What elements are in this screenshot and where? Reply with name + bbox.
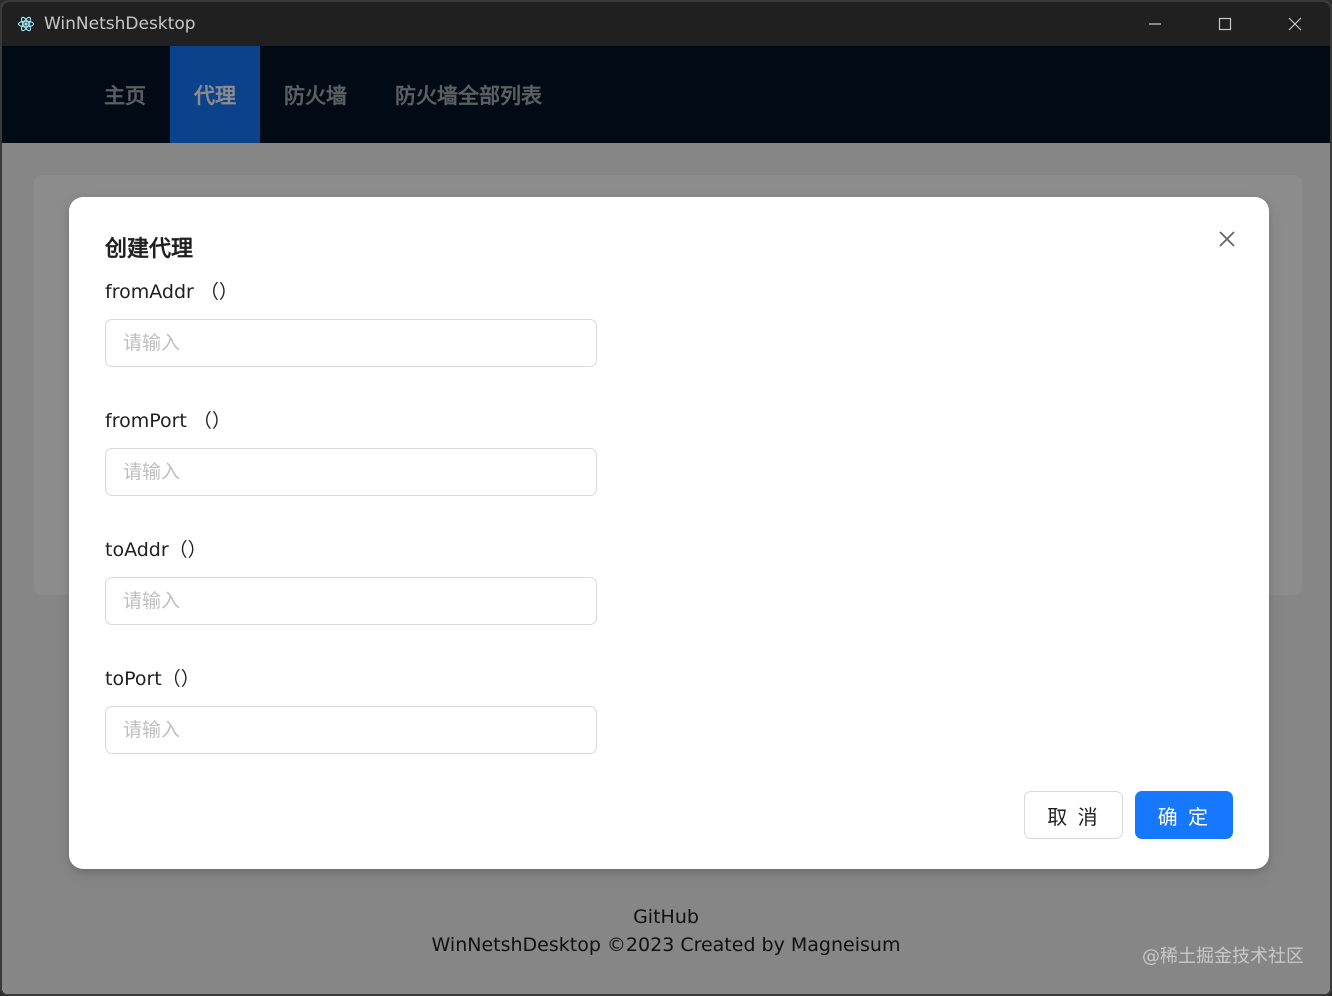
from-port-label: fromPort （） bbox=[105, 410, 231, 432]
minimize-icon bbox=[1149, 23, 1161, 25]
create-proxy-dialog: 创建代理 fromAddr （） fromPort （） toAddr（） to… bbox=[69, 197, 1269, 869]
form-item-from-port: fromPort （） bbox=[105, 406, 597, 496]
dialog-title: 创建代理 bbox=[105, 237, 194, 262]
maximize-button[interactable] bbox=[1190, 2, 1260, 46]
close-icon bbox=[1288, 17, 1302, 31]
ok-button[interactable]: 确 定 bbox=[1134, 791, 1233, 839]
window-title: WinNetshDesktop bbox=[44, 14, 196, 34]
from-addr-input[interactable] bbox=[105, 319, 597, 367]
app-window: WinNetshDesktop 主页 代理 防火墙 防火墙全部列表 GitHub… bbox=[0, 0, 1332, 996]
minimize-button[interactable] bbox=[1120, 2, 1190, 46]
to-addr-label: toAddr（） bbox=[105, 539, 207, 561]
form-item-to-port: toPort（） bbox=[105, 664, 597, 754]
form-item-to-addr: toAddr（） bbox=[105, 535, 597, 625]
cancel-button[interactable]: 取 消 bbox=[1024, 791, 1123, 839]
dialog-close-button[interactable] bbox=[1213, 225, 1241, 253]
dialog-footer: 取 消 确 定 bbox=[1024, 791, 1233, 839]
to-port-label: toPort（） bbox=[105, 668, 200, 690]
window-close-button[interactable] bbox=[1260, 2, 1330, 46]
watermark-text: @稀土掘金技术社区 bbox=[1142, 946, 1304, 967]
to-port-input[interactable] bbox=[105, 706, 597, 754]
electron-icon bbox=[16, 14, 36, 34]
form-item-from-addr: fromAddr （） bbox=[105, 277, 597, 367]
from-addr-label: fromAddr （） bbox=[105, 281, 238, 303]
window-controls bbox=[1120, 2, 1330, 46]
maximize-icon bbox=[1218, 17, 1232, 31]
to-addr-input[interactable] bbox=[105, 577, 597, 625]
from-port-input[interactable] bbox=[105, 448, 597, 496]
close-icon bbox=[1219, 231, 1235, 247]
title-bar: WinNetshDesktop bbox=[2, 2, 1330, 46]
